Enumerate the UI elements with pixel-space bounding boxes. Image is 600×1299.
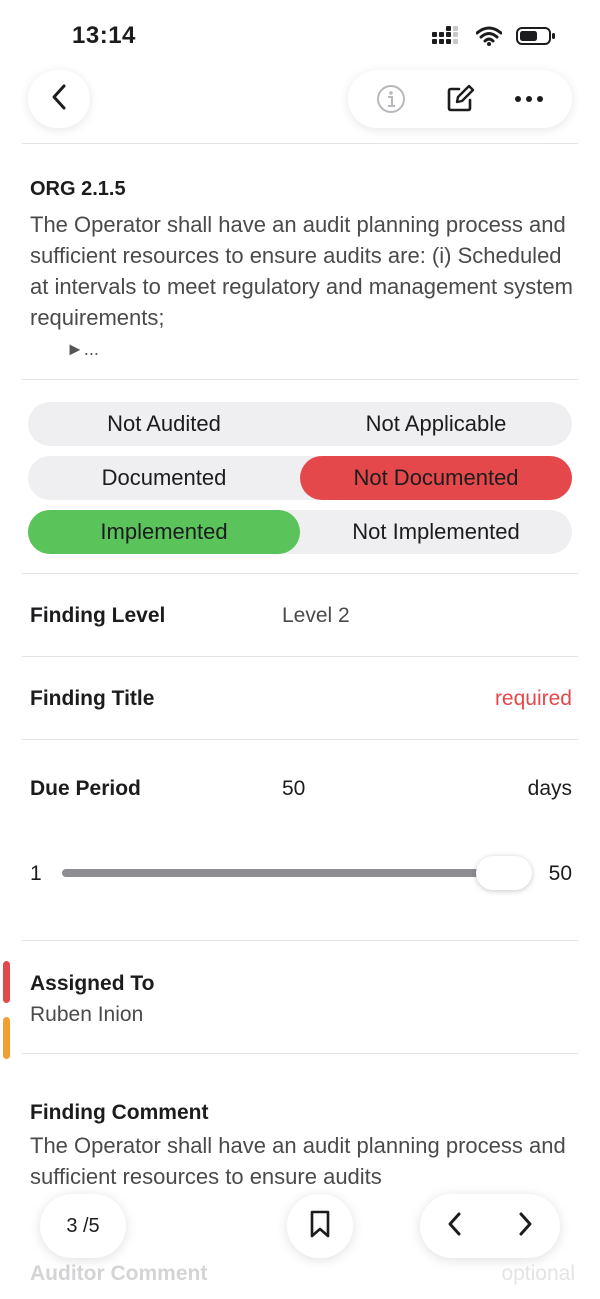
finding-title-label: Finding Title xyxy=(30,687,155,710)
slider-min-label: 1 xyxy=(30,862,42,885)
finding-comment-text[interactable]: The Operator shall have an audit plannin… xyxy=(30,1130,575,1192)
due-period-slider[interactable]: 1 50 xyxy=(24,850,584,896)
bookmark-icon xyxy=(309,1209,331,1244)
finding-comment-label: Finding Comment xyxy=(30,1101,209,1124)
assignee-marker-red xyxy=(3,961,10,1003)
slider-fill xyxy=(62,869,522,877)
requirement-code: ORG 2.1.5 xyxy=(30,178,126,200)
finding-title-input[interactable]: required xyxy=(495,687,572,711)
divider xyxy=(22,573,578,574)
due-period-value: 50 xyxy=(282,777,306,800)
nav-actions xyxy=(348,70,572,128)
requirement-text: The Operator shall have an audit plannin… xyxy=(30,212,573,330)
divider xyxy=(22,656,578,657)
nav-bar xyxy=(0,70,600,132)
chevron-right-icon[interactable] xyxy=(515,1210,535,1243)
signal-icon xyxy=(432,26,462,51)
status-icons xyxy=(432,26,556,51)
more-icon[interactable] xyxy=(501,74,557,124)
auditor-comment-label: Auditor Comment xyxy=(30,1262,208,1285)
segment-row: Not Audited Not Applicable xyxy=(28,402,572,446)
status-documented[interactable]: Documented xyxy=(28,456,300,500)
edit-icon[interactable] xyxy=(432,74,488,124)
requirement-section: ORG 2.1.5 The Operator shall have an aud… xyxy=(30,178,575,360)
divider xyxy=(22,1053,578,1054)
battery-icon xyxy=(516,26,556,51)
auditor-comment-row: Auditor Comment optional xyxy=(30,1262,575,1286)
back-chevron-icon xyxy=(49,83,69,116)
due-period-label: Due Period xyxy=(30,777,141,800)
status-not-documented[interactable]: Not Documented xyxy=(300,456,572,500)
slider-track[interactable] xyxy=(62,869,522,877)
info-icon[interactable] xyxy=(363,74,419,124)
segment-row: Implemented Not Implemented xyxy=(28,510,572,554)
audit-status-grid: Not Audited Not Applicable Documented No… xyxy=(28,402,572,564)
status-time: 13:14 xyxy=(72,22,136,49)
bookmark-button[interactable] xyxy=(287,1194,353,1258)
status-not-implemented[interactable]: Not Implemented xyxy=(300,510,572,554)
chevron-left-icon[interactable] xyxy=(445,1210,465,1243)
assigned-to-value[interactable]: Ruben Inion xyxy=(30,1003,143,1027)
bottom-toolbar: 3 /5 xyxy=(0,1194,600,1258)
divider xyxy=(22,143,578,144)
back-button[interactable] xyxy=(28,70,90,128)
pager-controls xyxy=(420,1194,560,1258)
status-bar: 13:14 xyxy=(0,0,600,70)
divider xyxy=(22,379,578,380)
divider xyxy=(22,739,578,740)
assigned-to-label: Assigned To xyxy=(30,972,155,995)
auditor-comment-input[interactable]: optional xyxy=(501,1262,575,1286)
wifi-icon xyxy=(475,26,503,51)
expand-requirement[interactable]: ►... xyxy=(66,339,575,360)
divider xyxy=(22,940,578,941)
assignee-marker-orange xyxy=(3,1017,10,1059)
page-indicator[interactable]: 3 /5 xyxy=(40,1194,126,1258)
slider-max-label: 50 xyxy=(548,862,572,885)
status-not-applicable[interactable]: Not Applicable xyxy=(300,402,572,446)
status-not-audited[interactable]: Not Audited xyxy=(28,402,300,446)
status-implemented[interactable]: Implemented xyxy=(28,510,300,554)
finding-level-value[interactable]: Level 2 xyxy=(282,604,350,628)
segment-row: Documented Not Documented xyxy=(28,456,572,500)
due-period-unit: days xyxy=(527,777,572,800)
slider-thumb[interactable] xyxy=(476,856,532,890)
finding-level-label: Finding Level xyxy=(30,604,166,627)
